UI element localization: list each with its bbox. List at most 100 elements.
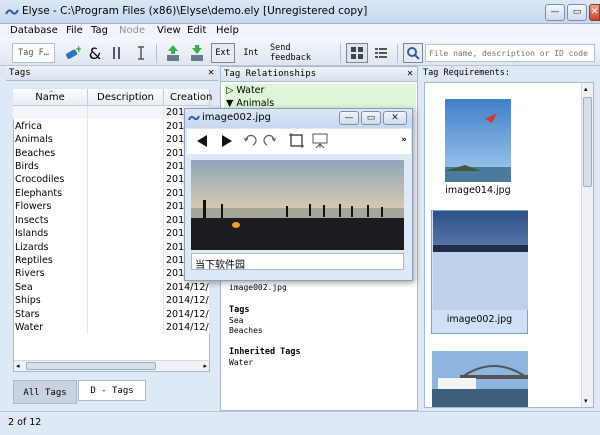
table-row[interactable]: Lizards 201 <box>13 240 210 254</box>
thumbnail-item[interactable] <box>432 351 528 407</box>
preview-maximize-button[interactable]: ▭ <box>361 111 381 125</box>
scroll-up-icon[interactable]: ▴ <box>584 85 588 93</box>
tag-name-cell: Stars <box>13 307 89 321</box>
menu-file[interactable]: File <box>66 25 83 36</box>
vertical-scrollbar[interactable]: ▴ ▾ <box>581 83 593 407</box>
search-input[interactable] <box>425 44 595 62</box>
preview-minimize-button[interactable]: — <box>339 111 359 125</box>
sunset-beach-photo <box>191 160 404 250</box>
table-row[interactable]: Animals 201 <box>13 132 210 147</box>
and-operator-icon[interactable]: & <box>87 43 103 63</box>
column-header-description[interactable]: Description <box>88 89 164 106</box>
tag-name-cell: Flowers <box>13 200 89 214</box>
scroll-left-icon[interactable]: ◂ <box>16 362 20 370</box>
grid-view-icon[interactable] <box>346 43 368 63</box>
export-up-icon[interactable] <box>164 43 182 63</box>
table-row[interactable]: Beaches 201 <box>13 146 210 160</box>
tag-description-cell <box>87 267 164 281</box>
expand-arrow-icon[interactable]: ▷ <box>226 85 233 96</box>
caption-field[interactable]: 当下软件园 <box>191 253 404 271</box>
svg-text:+: + <box>75 45 81 55</box>
overflow-chevron-icon[interactable]: » <box>401 135 407 145</box>
table-row[interactable]: Sea 2014/12/3 <box>13 280 210 295</box>
column-header-creation[interactable]: Creation <box>164 89 212 106</box>
tag-name-cell: Animals <box>13 132 89 147</box>
scroll-down-icon[interactable]: ▾ <box>584 397 588 405</box>
preview-close-button[interactable]: ✕ <box>383 111 407 125</box>
int-button[interactable]: Int <box>240 43 262 63</box>
close-button[interactable]: ✕ <box>589 4 600 21</box>
next-icon[interactable] <box>220 133 234 149</box>
tag-creation-cell: 2014/12/3 <box>163 280 210 295</box>
tag-name-cell <box>13 106 89 120</box>
menu-database[interactable]: Database <box>10 25 58 36</box>
details-inherited-tag: Water <box>229 358 254 367</box>
horizontal-scrollbar[interactable]: ◂ ▸ <box>14 360 209 371</box>
menu-edit[interactable]: Edit <box>187 25 206 36</box>
tag-description-cell <box>87 186 164 201</box>
tag-name-cell: Sea <box>13 280 89 295</box>
menu-help[interactable]: Help <box>216 25 239 36</box>
table-row[interactable]: Islands 201 <box>13 226 210 241</box>
table-row[interactable]: 201 <box>13 106 210 120</box>
thumbnail-label: image002.jpg <box>446 314 513 325</box>
scroll-thumb[interactable] <box>583 97 592 187</box>
table-row[interactable]: Rivers 201 <box>13 267 210 281</box>
app-logo-icon <box>188 115 200 121</box>
tag-creation-cell: 2014/12/3 <box>163 294 210 308</box>
tab-d-tags[interactable]: D - Tags <box>78 380 146 401</box>
table-row[interactable]: Ships 2014/12/3 <box>13 294 210 308</box>
table-row[interactable]: Stars 2014/12/3 <box>13 307 210 321</box>
tag-name-cell: Elephants <box>13 186 89 201</box>
slideshow-icon[interactable] <box>311 132 329 149</box>
preview-image <box>191 160 404 250</box>
or-operator-icon[interactable] <box>110 43 124 63</box>
table-row[interactable]: Water 2014/12/3 <box>13 321 210 335</box>
minimize-button[interactable]: — <box>545 4 565 21</box>
tag-filter-input[interactable]: Tag F… <box>12 43 55 63</box>
list-view-icon[interactable] <box>372 43 390 63</box>
tag-description-cell <box>87 159 164 174</box>
details-tag: Beaches <box>229 326 263 335</box>
close-icon[interactable]: ✕ <box>407 68 413 79</box>
table-row[interactable]: Africa 201 <box>13 119 210 133</box>
scroll-right-icon[interactable]: ▸ <box>203 362 207 370</box>
menu-bar: Database File Tag Node View Edit Help <box>0 24 600 39</box>
tag-name-cell: Crocodiles <box>13 173 89 187</box>
add-tag-icon[interactable]: + <box>62 43 82 63</box>
tag-description-cell <box>87 240 164 254</box>
image-preview-window: image002.jpg — ▭ ✕ » 当下软件园 <box>184 108 413 281</box>
scroll-thumb[interactable] <box>26 362 156 370</box>
tab-all-tags[interactable]: All Tags <box>13 380 77 404</box>
rotate-right-icon[interactable] <box>263 134 277 148</box>
tag-description-cell <box>87 280 164 295</box>
close-icon[interactable]: ✕ <box>208 67 214 78</box>
ext-button[interactable]: Ext <box>211 43 235 63</box>
column-header-name[interactable]: Name ^ <box>13 89 88 106</box>
menu-tag[interactable]: Tag <box>91 25 108 36</box>
tree-item-water[interactable]: ▷ Water <box>226 85 264 96</box>
preview-title: image002.jpg <box>202 112 271 123</box>
table-row[interactable]: Birds 201 <box>13 159 210 174</box>
send-feedback-button[interactable]: Send feedback <box>270 43 332 63</box>
table-row[interactable]: Reptiles 201 <box>13 253 210 268</box>
table-row[interactable]: Crocodiles 201 <box>13 173 210 187</box>
tag-description-cell <box>87 253 164 268</box>
tags-panel-title: Tags <box>9 68 31 78</box>
rotate-left-icon[interactable] <box>243 134 257 148</box>
text-cursor-icon[interactable] <box>134 43 148 63</box>
table-row[interactable]: Elephants 201 <box>13 186 210 201</box>
toolbar: Tag F… + & Ext Int Send feedback <box>0 39 600 66</box>
table-row[interactable]: Flowers 201 <box>13 200 210 214</box>
table-row[interactable]: Insects 201 <box>13 213 210 227</box>
maximize-button[interactable]: ▭ <box>567 4 587 21</box>
menu-view[interactable]: View <box>157 25 181 36</box>
crop-icon[interactable] <box>288 132 305 149</box>
previous-icon[interactable] <box>195 133 209 149</box>
menu-node[interactable]: Node <box>119 25 145 36</box>
tag-description-cell <box>87 173 164 187</box>
search-icon[interactable] <box>403 43 423 63</box>
thumbnail-item[interactable] <box>445 99 511 182</box>
thumbnail-item-selected[interactable]: image002.jpg <box>431 210 528 334</box>
import-down-icon[interactable] <box>188 43 206 63</box>
